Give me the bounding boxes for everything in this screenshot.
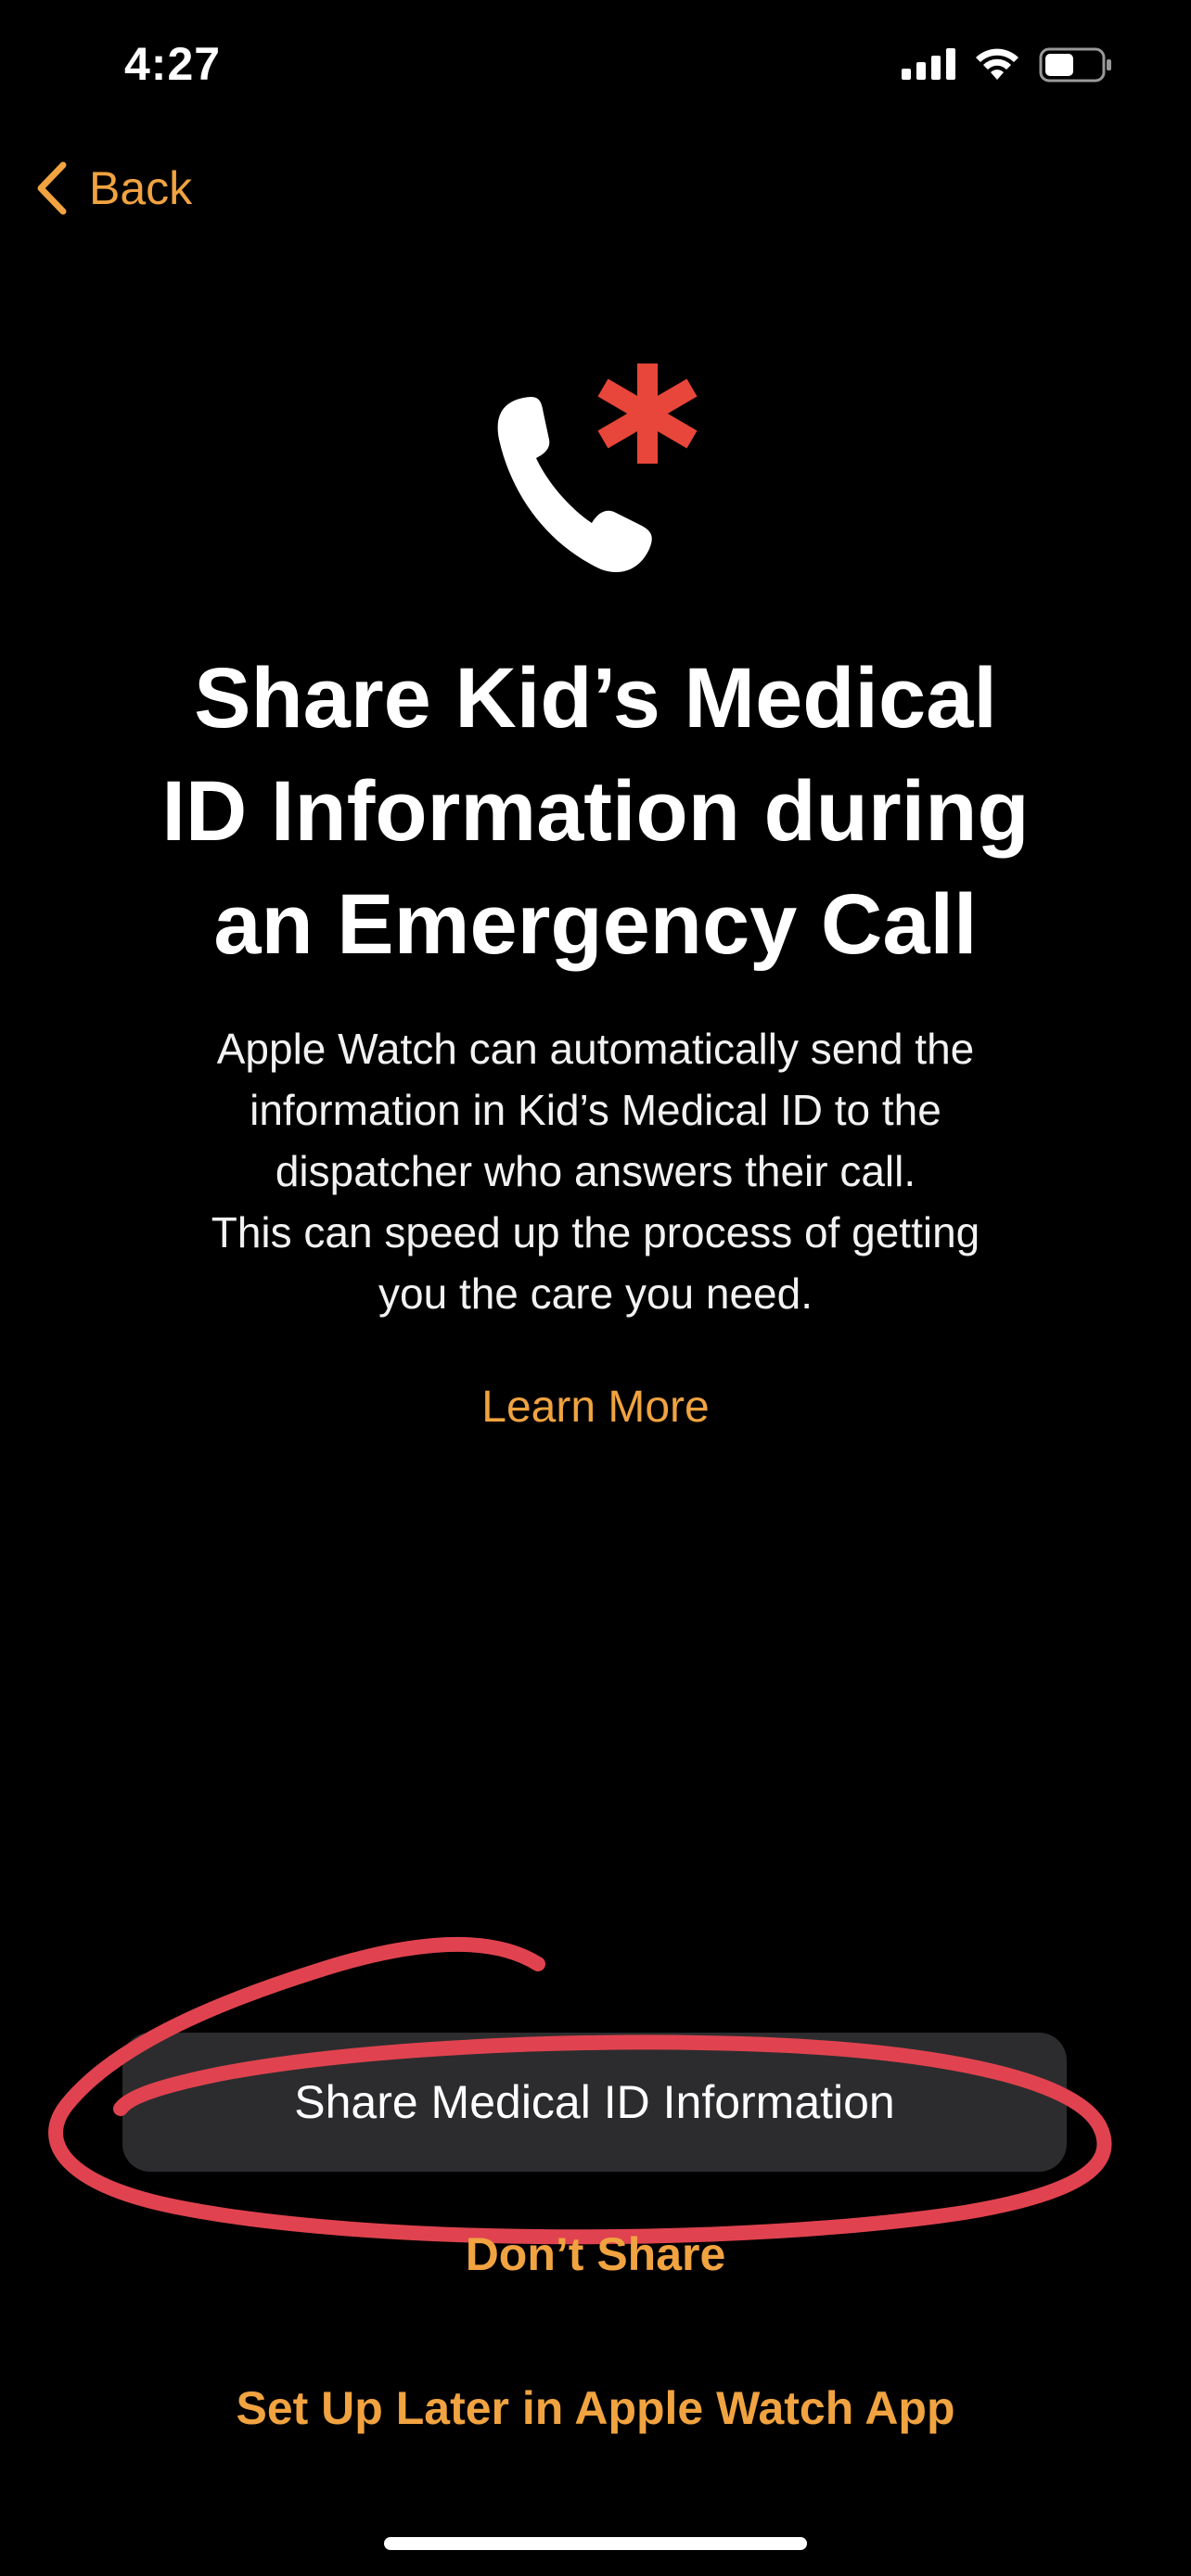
wifi-icon: [976, 48, 1018, 80]
description-line: Apple Watch can automatically send the: [216, 1025, 975, 1073]
description-line: This can speed up the process of getting: [211, 1208, 980, 1256]
home-indicator[interactable]: [384, 2537, 807, 2550]
setup-later-button[interactable]: Set Up Later in Apple Watch App: [0, 2381, 1191, 2435]
battery-icon: [1039, 47, 1111, 83]
status-time: 4:27: [124, 38, 222, 90]
back-button[interactable]: Back: [33, 159, 192, 217]
learn-more-link[interactable]: Learn More: [0, 1382, 1191, 1433]
description: Apple Watch can automatically send the i…: [121, 1018, 1070, 1324]
cellular-signal-icon: [902, 48, 955, 80]
title-line: Share Kid’s Medical: [194, 651, 997, 746]
chevron-left-icon: [37, 161, 67, 215]
description-line: dispatcher who answers their call.: [275, 1147, 916, 1195]
share-medical-id-button[interactable]: Share Medical ID Information: [122, 2033, 1067, 2172]
description-line: information in Kid’s Medical ID to the: [250, 1086, 941, 1134]
title-line: ID Information during: [161, 764, 1030, 859]
dont-share-button[interactable]: Don’t Share: [0, 2227, 1191, 2281]
back-label: Back: [89, 162, 193, 214]
page-title: Share Kid’s Medical ID Information durin…: [93, 642, 1098, 981]
status-bar: 4:27: [0, 0, 1191, 130]
phone-with-asterisk-icon: [497, 363, 698, 573]
description-line: you the care you need.: [378, 1269, 813, 1318]
title-line: an Emergency Call: [213, 877, 978, 972]
